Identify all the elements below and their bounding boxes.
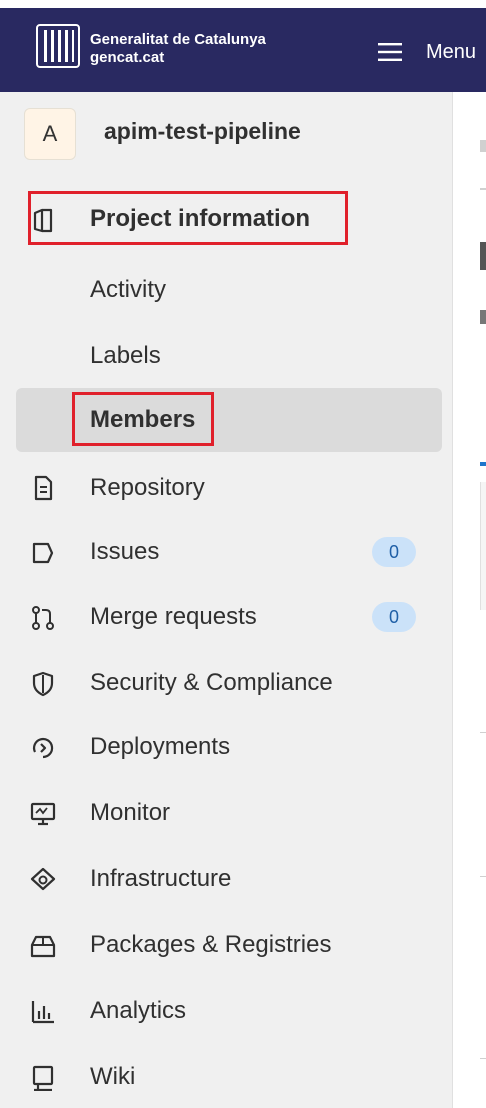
- content-divider: [480, 1058, 486, 1059]
- content-divider: [480, 732, 486, 733]
- project-avatar[interactable]: A: [24, 108, 76, 160]
- main-content-edge: [453, 92, 486, 1108]
- nav-deployments[interactable]: Deployments: [90, 733, 230, 761]
- issues-count-badge: 0: [372, 537, 416, 567]
- menu-button[interactable]: Menu: [426, 41, 476, 64]
- rocket-icon: [32, 737, 54, 759]
- org-name[interactable]: Generalitat de Catalunya: [90, 31, 266, 48]
- content-divider: [480, 188, 486, 190]
- merge-requests-count-badge: 0: [372, 602, 416, 632]
- content-divider: [480, 876, 486, 877]
- content-fragment: [480, 140, 486, 152]
- hamburger-icon[interactable]: [378, 43, 402, 61]
- merge-request-icon: [32, 606, 54, 630]
- nav-packages-registries[interactable]: Packages & Registries: [90, 931, 331, 959]
- chart-icon: [31, 1001, 54, 1024]
- nav-labels[interactable]: Labels: [90, 342, 161, 370]
- nav-analytics[interactable]: Analytics: [90, 997, 186, 1025]
- shield-icon: [32, 671, 54, 697]
- content-panel: [480, 482, 486, 610]
- highlight-members: [72, 392, 214, 446]
- top-navbar: Generalitat de Catalunya gencat.cat Menu: [0, 0, 486, 92]
- nav-issues[interactable]: Issues: [90, 538, 159, 566]
- nav-monitor[interactable]: Monitor: [90, 799, 170, 827]
- infrastructure-icon: [30, 867, 56, 891]
- nav-merge-requests[interactable]: Merge requests: [90, 603, 257, 631]
- nav-activity[interactable]: Activity: [90, 276, 166, 304]
- nav-wiki[interactable]: Wiki: [90, 1063, 135, 1091]
- nav-repository[interactable]: Repository: [90, 474, 205, 502]
- content-fragment: [480, 310, 486, 324]
- org-domain[interactable]: gencat.cat: [90, 49, 164, 66]
- package-icon: [30, 935, 56, 958]
- content-fragment: [480, 242, 486, 270]
- highlight-project-information: [28, 191, 348, 245]
- monitor-icon: [30, 802, 56, 826]
- top-strip: [0, 0, 486, 8]
- issues-icon: [32, 542, 54, 564]
- nav-security-compliance[interactable]: Security & Compliance: [90, 669, 333, 697]
- document-icon: [34, 475, 53, 501]
- book-icon: [32, 1065, 54, 1091]
- gencat-logo-icon[interactable]: [36, 24, 80, 68]
- nav-infrastructure[interactable]: Infrastructure: [90, 865, 231, 893]
- project-name[interactable]: apim-test-pipeline: [104, 118, 301, 145]
- content-fragment: [480, 462, 486, 466]
